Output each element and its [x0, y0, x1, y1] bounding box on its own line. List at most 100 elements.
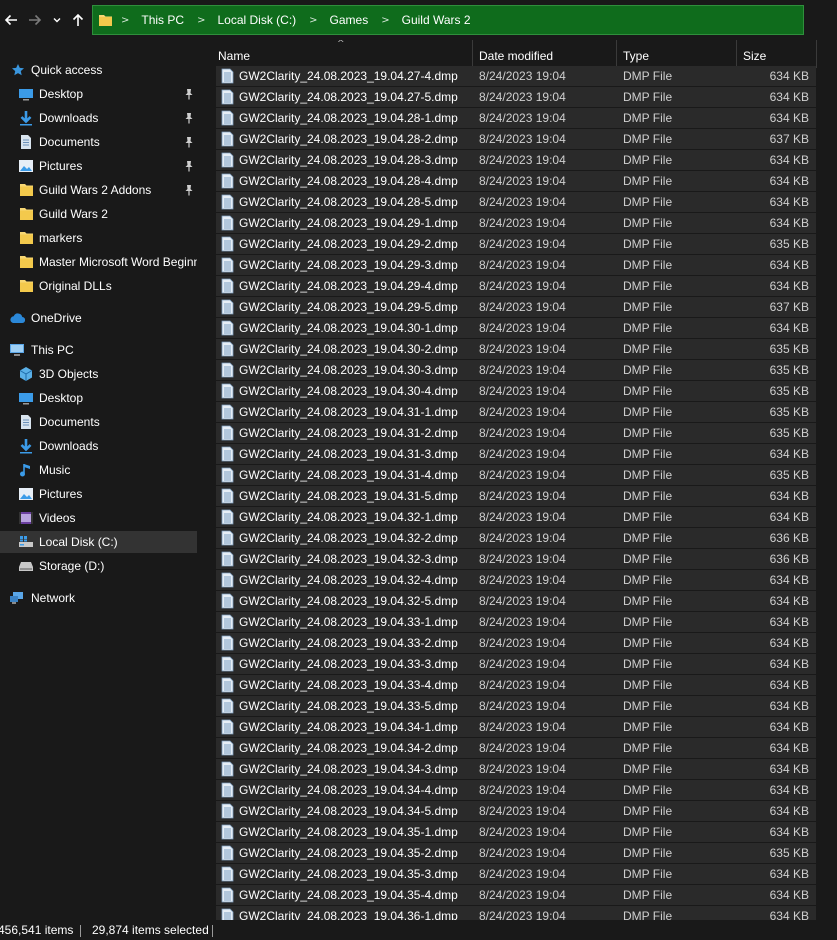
file-type: DMP File [623, 531, 673, 545]
sidebar-item-desktop[interactable]: Desktop [0, 83, 197, 105]
table-row[interactable]: GW2Clarity_24.08.2023_19.04.31-1.dmp 8/24… [216, 402, 816, 422]
pin-icon[interactable] [184, 112, 194, 124]
pin-icon[interactable] [184, 184, 194, 196]
sidebar-item-local-disk-c[interactable]: Local Disk (C:) [0, 531, 197, 553]
table-row[interactable]: GW2Clarity_24.08.2023_19.04.32-1.dmp 8/24… [216, 507, 816, 527]
table-row[interactable]: GW2Clarity_24.08.2023_19.04.30-1.dmp 8/24… [216, 318, 816, 338]
table-row[interactable]: GW2Clarity_24.08.2023_19.04.33-1.dmp 8/24… [216, 612, 816, 632]
table-row[interactable]: GW2Clarity_24.08.2023_19.04.31-5.dmp 8/24… [216, 486, 816, 506]
breadcrumb-separator[interactable]: > [381, 15, 389, 26]
sidebar-item-videos[interactable]: Videos [0, 507, 197, 529]
up-button[interactable] [67, 8, 89, 32]
table-row[interactable]: GW2Clarity_24.08.2023_19.04.34-2.dmp 8/24… [216, 738, 816, 758]
table-row[interactable]: GW2Clarity_24.08.2023_19.04.36-1.dmp 8/24… [216, 906, 816, 920]
sidebar-item-documents[interactable]: Documents [0, 131, 197, 153]
table-row[interactable]: GW2Clarity_24.08.2023_19.04.35-2.dmp 8/24… [216, 843, 816, 863]
pin-icon[interactable] [184, 88, 194, 100]
column-header-size[interactable]: Size [743, 40, 813, 68]
column-divider[interactable] [736, 40, 737, 68]
sidebar-item-downloads[interactable]: Downloads [0, 435, 197, 457]
table-row[interactable]: GW2Clarity_24.08.2023_19.04.30-4.dmp 8/24… [216, 381, 816, 401]
sidebar-item-this-pc[interactable]: This PC [0, 339, 197, 361]
sidebar-item-label: Original DLLs [39, 279, 112, 293]
table-row[interactable]: GW2Clarity_24.08.2023_19.04.33-4.dmp 8/24… [216, 675, 816, 695]
file-type: DMP File [623, 762, 673, 776]
table-row[interactable]: GW2Clarity_24.08.2023_19.04.34-5.dmp 8/24… [216, 801, 816, 821]
forward-button[interactable] [24, 8, 46, 32]
sidebar-item-pictures[interactable]: Pictures [0, 483, 197, 505]
sidebar-item-pictures[interactable]: Pictures [0, 155, 197, 177]
breadcrumb-this-pc[interactable]: This PC [141, 13, 184, 27]
breadcrumb-local-disk[interactable]: Local Disk (C:) [217, 13, 296, 27]
file-type: DMP File [623, 384, 673, 398]
file-type: DMP File [623, 258, 673, 272]
table-row[interactable]: GW2Clarity_24.08.2023_19.04.28-1.dmp 8/24… [216, 108, 816, 128]
sidebar-item-guild-wars-2-addons[interactable]: Guild Wars 2 Addons [0, 179, 197, 201]
sidebar-item-onedrive[interactable]: OneDrive [0, 307, 197, 329]
column-header-type[interactable]: Type [623, 40, 736, 68]
table-row[interactable]: GW2Clarity_24.08.2023_19.04.30-2.dmp 8/24… [216, 339, 816, 359]
table-row[interactable]: GW2Clarity_24.08.2023_19.04.33-3.dmp 8/24… [216, 654, 816, 674]
table-row[interactable]: GW2Clarity_24.08.2023_19.04.35-1.dmp 8/24… [216, 822, 816, 842]
table-row[interactable]: GW2Clarity_24.08.2023_19.04.29-3.dmp 8/24… [216, 255, 816, 275]
column-divider[interactable] [616, 40, 617, 68]
sidebar-item-downloads[interactable]: Downloads [0, 107, 197, 129]
address-bar[interactable]: > This PC > Local Disk (C:) > Games > Gu… [92, 5, 804, 35]
table-row[interactable]: GW2Clarity_24.08.2023_19.04.27-4.dmp 8/24… [216, 66, 816, 86]
column-divider[interactable] [472, 40, 473, 68]
table-row[interactable]: GW2Clarity_24.08.2023_19.04.34-3.dmp 8/24… [216, 759, 816, 779]
table-row[interactable]: GW2Clarity_24.08.2023_19.04.32-5.dmp 8/24… [216, 591, 816, 611]
vertical-scrollbar[interactable] [821, 68, 837, 918]
sidebar-item-3d-objects[interactable]: 3D Objects [0, 363, 197, 385]
table-row[interactable]: GW2Clarity_24.08.2023_19.04.32-3.dmp 8/24… [216, 549, 816, 569]
table-row[interactable]: GW2Clarity_24.08.2023_19.04.35-3.dmp 8/24… [216, 864, 816, 884]
table-row[interactable]: GW2Clarity_24.08.2023_19.04.33-5.dmp 8/24… [216, 696, 816, 716]
table-row[interactable]: GW2Clarity_24.08.2023_19.04.35-4.dmp 8/24… [216, 885, 816, 905]
file-size: 634 KB [769, 888, 809, 902]
table-row[interactable]: GW2Clarity_24.08.2023_19.04.31-3.dmp 8/24… [216, 444, 816, 464]
back-button[interactable] [0, 8, 22, 32]
breadcrumb-separator[interactable]: > [309, 15, 317, 26]
sidebar-item-storage-d[interactable]: Storage (D:) [0, 555, 197, 577]
column-header-date[interactable]: Date modified [479, 40, 616, 68]
table-row[interactable]: GW2Clarity_24.08.2023_19.04.32-2.dmp 8/24… [216, 528, 816, 548]
table-row[interactable]: GW2Clarity_24.08.2023_19.04.31-4.dmp 8/24… [216, 465, 816, 485]
table-row[interactable]: GW2Clarity_24.08.2023_19.04.29-2.dmp 8/24… [216, 234, 816, 254]
pin-icon[interactable] [184, 136, 194, 148]
sidebar-item-network[interactable]: Network [0, 587, 197, 609]
sidebar-item-original-dlls[interactable]: Original DLLs [0, 275, 197, 297]
file-size: 634 KB [769, 447, 809, 461]
table-row[interactable]: GW2Clarity_24.08.2023_19.04.27-5.dmp 8/24… [216, 87, 816, 107]
table-row[interactable]: GW2Clarity_24.08.2023_19.04.34-4.dmp 8/24… [216, 780, 816, 800]
file-type: DMP File [623, 405, 673, 419]
table-row[interactable]: GW2Clarity_24.08.2023_19.04.28-5.dmp 8/24… [216, 192, 816, 212]
sidebar-item-documents[interactable]: Documents [0, 411, 197, 433]
table-row[interactable]: GW2Clarity_24.08.2023_19.04.32-4.dmp 8/24… [216, 570, 816, 590]
file-size: 634 KB [769, 825, 809, 839]
column-header-name[interactable]: Name [218, 40, 472, 68]
sidebar-item-music[interactable]: Music [0, 459, 197, 481]
breadcrumb-games[interactable]: Games [330, 13, 369, 27]
table-row[interactable]: GW2Clarity_24.08.2023_19.04.28-2.dmp 8/24… [216, 129, 816, 149]
table-row[interactable]: GW2Clarity_24.08.2023_19.04.28-4.dmp 8/24… [216, 171, 816, 191]
table-row[interactable]: GW2Clarity_24.08.2023_19.04.28-3.dmp 8/24… [216, 150, 816, 170]
table-row[interactable]: GW2Clarity_24.08.2023_19.04.29-4.dmp 8/24… [216, 276, 816, 296]
breadcrumb-guild-wars-2[interactable]: Guild Wars 2 [402, 13, 471, 27]
table-row[interactable]: GW2Clarity_24.08.2023_19.04.29-1.dmp 8/24… [216, 213, 816, 233]
sidebar-item-markers[interactable]: markers [0, 227, 197, 249]
file-type: DMP File [623, 615, 673, 629]
table-row[interactable]: GW2Clarity_24.08.2023_19.04.30-3.dmp 8/24… [216, 360, 816, 380]
sidebar-item-quick-access[interactable]: Quick access [0, 59, 197, 81]
sidebar-item-guild-wars-2[interactable]: Guild Wars 2 [0, 203, 197, 225]
recent-locations-button[interactable] [47, 8, 67, 32]
table-row[interactable]: GW2Clarity_24.08.2023_19.04.34-1.dmp 8/24… [216, 717, 816, 737]
table-row[interactable]: GW2Clarity_24.08.2023_19.04.29-5.dmp 8/24… [216, 297, 816, 317]
column-divider[interactable] [816, 40, 817, 68]
sidebar-item-master-microsoft-word-beginn[interactable]: Master Microsoft Word Beginn [0, 251, 197, 273]
breadcrumb-separator[interactable]: > [197, 15, 205, 26]
file-name: GW2Clarity_24.08.2023_19.04.32-5.dmp [239, 594, 458, 608]
pin-icon[interactable] [184, 160, 194, 172]
table-row[interactable]: GW2Clarity_24.08.2023_19.04.31-2.dmp 8/24… [216, 423, 816, 443]
sidebar-item-desktop[interactable]: Desktop [0, 387, 197, 409]
table-row[interactable]: GW2Clarity_24.08.2023_19.04.33-2.dmp 8/24… [216, 633, 816, 653]
